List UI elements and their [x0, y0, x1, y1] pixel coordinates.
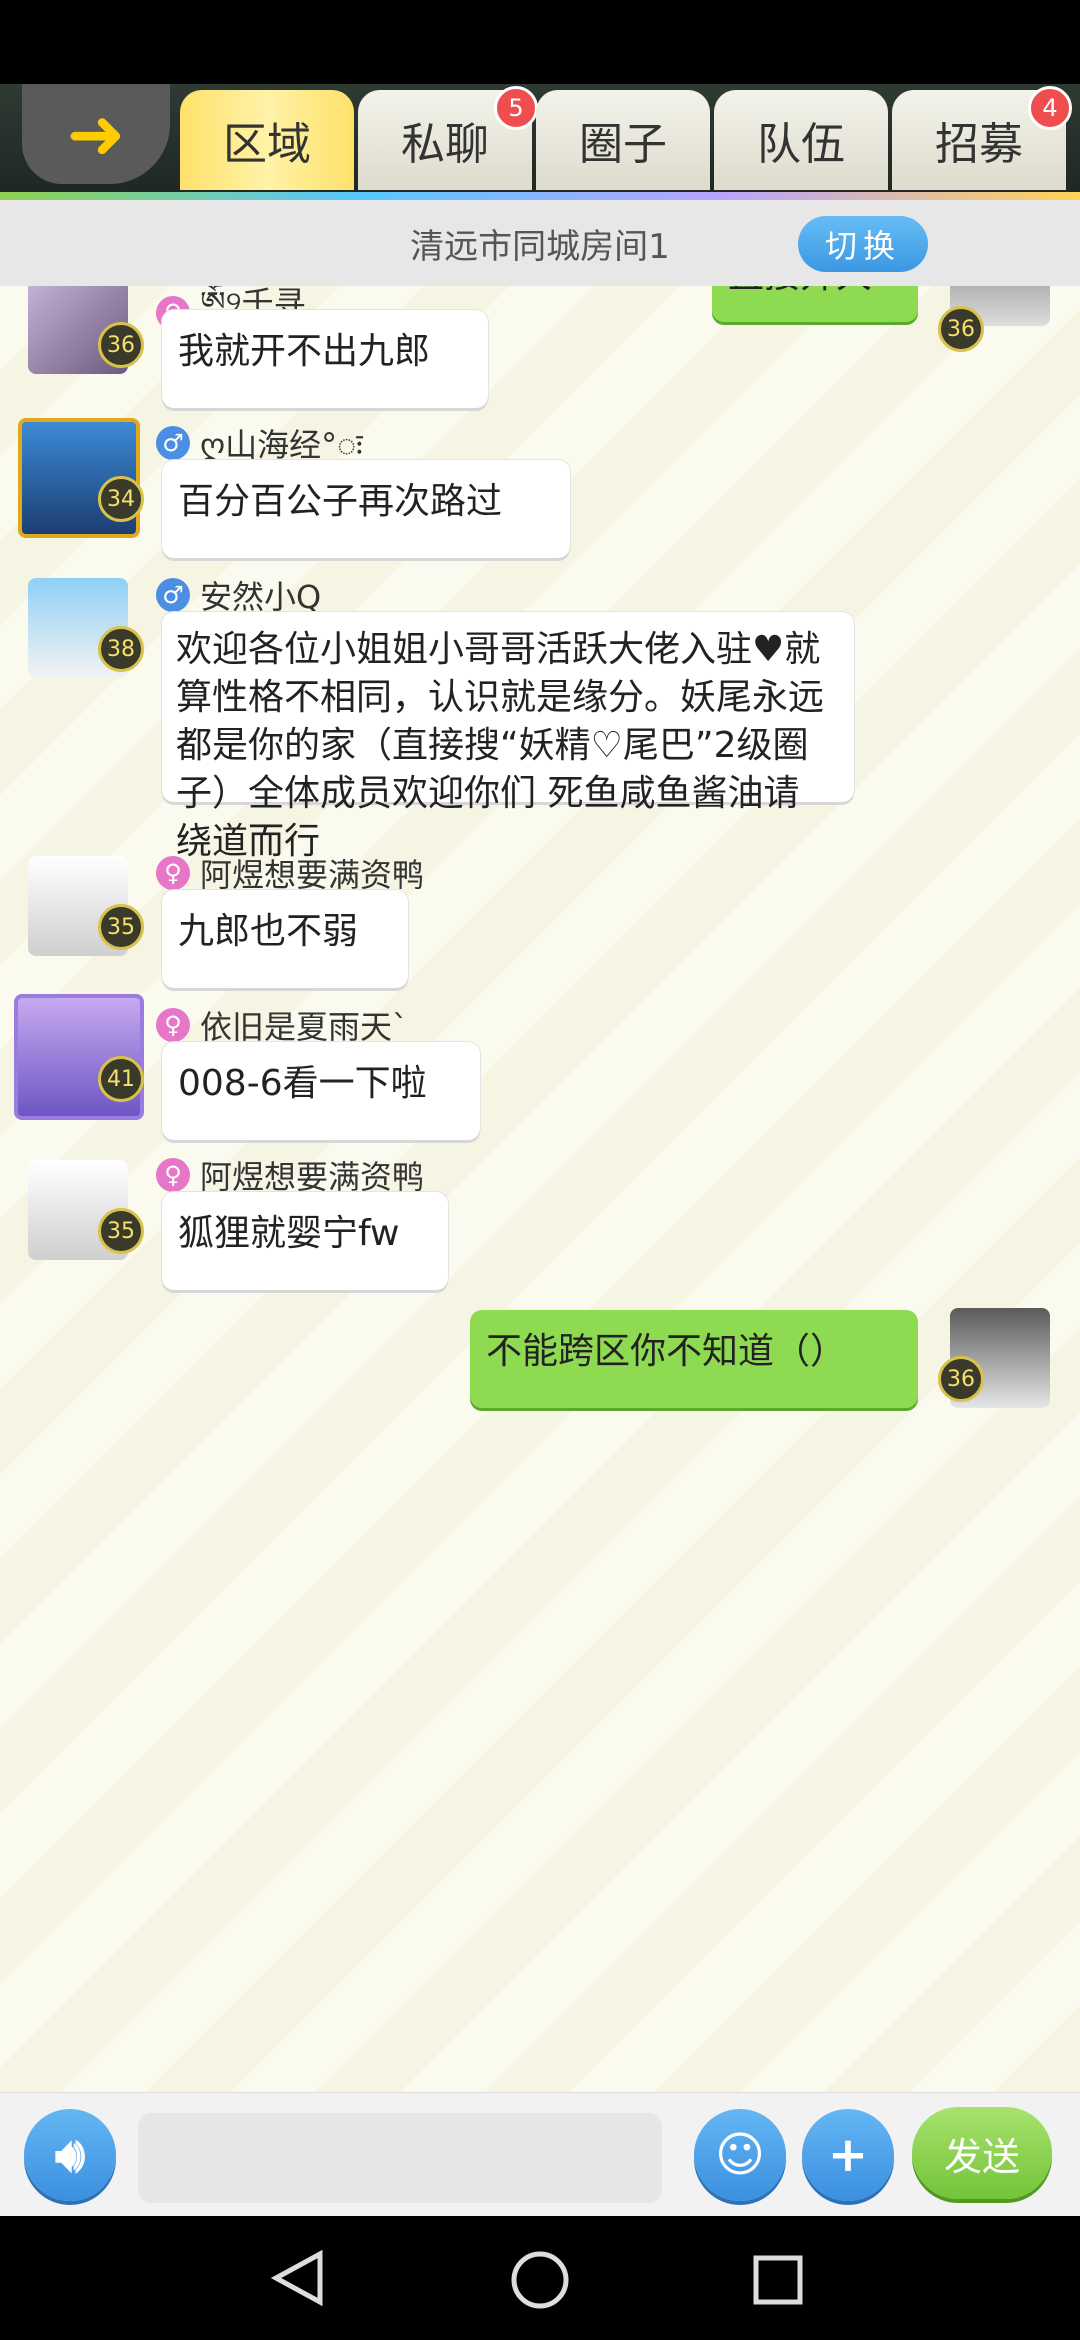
voice-button[interactable]: 🔊︎ — [24, 2109, 116, 2201]
plus-button[interactable]: + — [802, 2109, 894, 2201]
chat-list[interactable]: 直接开大 36 36 ♀ ༀ୨千寻 我就开不出九郎 34 ♂ ღ山海经°ः 百分… — [0, 286, 1080, 2092]
tab-label: 队伍 — [757, 119, 845, 170]
message-text: 九郎也不弱 — [178, 911, 359, 952]
message-bubble[interactable]: 狐狸就婴宁fw — [162, 1192, 448, 1290]
message-text: 欢迎各位小姐姐小哥哥活跃大佬入驻♥就算性格不相同，认识就是缘分。妖尾永远都是你的… — [176, 629, 825, 862]
message-bubble-self[interactable]: 直接开大 — [712, 286, 918, 322]
message-text: 直接开大 — [728, 286, 872, 296]
emoji-button[interactable]: ☺ — [694, 2109, 786, 2201]
message-bubble[interactable]: 百分百公子再次路过 — [162, 460, 570, 558]
message-text: 百分百公子再次路过 — [178, 481, 503, 522]
back-nav-icon[interactable] — [270, 2250, 330, 2306]
message-text: 不能跨区你不知道（） — [486, 1331, 847, 1372]
message-input[interactable] — [138, 2113, 662, 2203]
divider — [0, 192, 1080, 200]
android-nav-bar — [0, 2216, 1080, 2340]
message-bubble-self[interactable]: 不能跨区你不知道（） — [470, 1310, 918, 1408]
level-badge: 35 — [98, 1208, 144, 1254]
switch-room-button[interactable]: 切换 — [798, 216, 928, 272]
back-arrow-icon: ➜ — [66, 93, 126, 175]
input-bar: 🔊︎ ☺ + 发送 — [0, 2092, 1080, 2217]
room-header: 清远市同城房间1 切换 — [0, 200, 1080, 286]
tab-private-chat[interactable]: 私聊 5 — [358, 86, 538, 190]
level-badge: 36 — [938, 1356, 984, 1402]
plus-icon: + — [827, 2127, 869, 2183]
message-text: 008-6看一下啦 — [178, 1063, 427, 1104]
tab-team[interactable]: 队伍 — [714, 90, 888, 190]
voice-icon: 🔊︎ — [54, 2126, 86, 2183]
home-nav-icon[interactable] — [508, 2248, 572, 2312]
message-text: 我就开不出九郎 — [178, 331, 431, 372]
tab-region[interactable]: 区域 — [180, 90, 354, 190]
tab-recruit[interactable]: 招募 4 — [892, 86, 1072, 190]
message-bubble[interactable]: 九郎也不弱 — [162, 890, 408, 988]
female-icon: ♀ — [156, 1158, 190, 1192]
top-tab-bar: ➜ 区域 私聊 5 圈子 队伍 招募 4 — [0, 84, 1080, 200]
recents-nav-icon[interactable] — [750, 2252, 806, 2308]
status-bar — [0, 0, 1080, 84]
back-button[interactable]: ➜ — [22, 84, 170, 184]
level-badge: 34 — [98, 476, 144, 522]
unread-badge: 4 — [1028, 86, 1072, 130]
tab-label: 圈子 — [579, 119, 667, 170]
message-bubble[interactable]: 我就开不出九郎 — [162, 310, 488, 408]
level-badge: 36 — [938, 306, 984, 352]
male-icon: ♂ — [156, 426, 190, 460]
send-button[interactable]: 发送 — [912, 2107, 1052, 2199]
female-icon: ♀ — [156, 856, 190, 890]
emoji-icon: ☺ — [714, 2127, 766, 2183]
level-badge: 36 — [98, 322, 144, 368]
message-text: 狐狸就婴宁fw — [178, 1213, 400, 1254]
room-title: 清远市同城房间1 — [410, 226, 670, 267]
unread-badge: 5 — [494, 86, 538, 130]
message-bubble[interactable]: 欢迎各位小姐姐小哥哥活跃大佬入驻♥就算性格不相同，认识就是缘分。妖尾永远都是你的… — [162, 612, 854, 862]
tab-label: 区域 — [223, 119, 311, 170]
female-icon: ♀ — [156, 1008, 190, 1042]
level-badge: 38 — [98, 626, 144, 672]
male-icon: ♂ — [156, 578, 190, 612]
tab-circle[interactable]: 圈子 — [536, 90, 710, 190]
level-badge: 35 — [98, 904, 144, 950]
level-badge: 41 — [98, 1056, 144, 1102]
message-bubble[interactable]: 008-6看一下啦 — [162, 1042, 480, 1140]
tab-label: 私聊 — [401, 119, 489, 170]
tab-label: 招募 — [935, 119, 1023, 170]
